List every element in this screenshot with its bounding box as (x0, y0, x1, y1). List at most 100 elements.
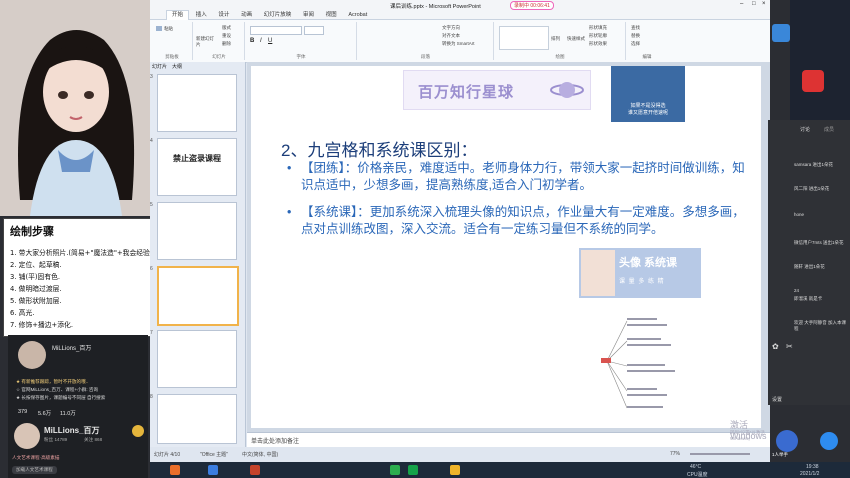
gift-icon[interactable] (132, 425, 144, 437)
recording-status[interactable]: 录制中 00:06:41 (510, 1, 554, 10)
tab-slides-panel[interactable]: 幻灯片 (152, 63, 167, 70)
shape-outline-button[interactable]: 形状轮廓 (589, 33, 607, 39)
slide-thumbnail[interactable] (157, 330, 237, 388)
arrange-button[interactable]: 排列 (551, 36, 560, 42)
slide-heading: 2、九宫格和系统课区别： (281, 141, 478, 160)
zoom-slider[interactable] (690, 453, 750, 455)
folder-icon[interactable] (450, 465, 460, 475)
tab-insert[interactable]: 插入 (191, 11, 212, 20)
reset-button[interactable]: 重设 (222, 33, 231, 39)
streamer-panel: MiLLions_百万 ★ 有新推荐跟踪，暂时不开放的哦.. ☆ 官网MiLLi… (8, 335, 148, 478)
slide-editor: 百万知行星球 如果不是没得选 谁又愿意开倍速呢 2、九宫格和系统课区别： • 【… (247, 62, 770, 432)
zoom-level[interactable]: 77% (670, 451, 680, 457)
wechat-work-icon[interactable] (408, 465, 418, 475)
tab-design[interactable]: 设计 (213, 11, 234, 20)
smartart-button[interactable]: 转换为 SmartArt (442, 41, 475, 47)
meme-image: 如果不是没得选 谁又愿意开倍速呢 (611, 66, 685, 122)
find-button[interactable]: 查找 (631, 25, 640, 31)
powerpoint-window: 课后训练.pptx - Microsoft PowerPoint 录制中 00:… (150, 0, 770, 462)
fans-count: 粉丝 14789 (44, 437, 68, 442)
tab-review[interactable]: 审阅 (298, 11, 319, 20)
font-size-select[interactable] (304, 26, 324, 35)
chat-message: 24 (794, 288, 800, 293)
group-clipboard: 粘贴 剪贴板 (152, 22, 193, 60)
slide-thumbnail[interactable] (157, 394, 237, 444)
ribbon: 粘贴 剪贴板 新建幻灯片 版式 重设 删除 幻灯片 B I U 字体 文字方向 … (150, 20, 770, 63)
course-link-button[interactable]: 加载人文艺术课程 (12, 466, 57, 474)
wechat-icon[interactable] (390, 465, 400, 475)
shape-effect-button[interactable]: 形状效果 (589, 41, 607, 47)
settings-link[interactable]: 设置 (772, 396, 782, 403)
bullet-icon: • (287, 161, 292, 175)
scissors-icon[interactable]: ✂ (786, 342, 793, 351)
drawing-steps-board: 绘制步骤 1. 带大家分析照片.(简易+"魔法造"+我会经验) 2. 定位、起草… (3, 218, 167, 337)
follow-count: 关注 868 (84, 437, 103, 442)
course-link[interactable]: 人文艺术课程·高级素描 (12, 455, 59, 461)
notes-pane[interactable]: 单击此处添加备注 (247, 432, 770, 448)
tab-animation[interactable]: 动画 (236, 11, 257, 20)
board-line: 6. 高光. (10, 309, 35, 317)
bold-icon[interactable]: B (250, 38, 254, 44)
delete-button[interactable]: 删除 (222, 41, 231, 47)
tab-slideshow[interactable]: 幻灯片放映 (259, 11, 297, 20)
slide-canvas[interactable]: 百万知行星球 如果不是没得选 谁又愿意开倍速呢 2、九宫格和系统课区别： • 【… (251, 66, 761, 428)
shapes-gallery[interactable] (499, 26, 549, 50)
thumbnail-title: 禁止盗录课程 (173, 154, 221, 163)
italic-icon[interactable]: I (260, 38, 262, 44)
tab-outline-panel[interactable]: 大纲 (172, 63, 182, 70)
slide-number: 4 (150, 138, 153, 144)
app-shortcut-icon[interactable] (772, 24, 790, 42)
tab-acrobat[interactable]: Acrobat (343, 11, 372, 20)
slide-indicator: 幻灯片 4/10 (154, 452, 181, 458)
clock-time[interactable]: 19:38 (806, 464, 819, 470)
maximize-icon[interactable]: □ (752, 1, 756, 7)
portrait-thumbnail (581, 250, 615, 296)
record-icon[interactable] (802, 70, 824, 92)
notice-line: ★ 有新推荐跟踪，暂时不开放的哦.. (16, 379, 89, 384)
bullet-group-training: • 【团练】：价格亲民，难度适中。老师身体力行，带领大家一起挤时间做训练，知识点… (287, 161, 745, 192)
tab-view[interactable]: 视图 (321, 11, 342, 20)
chat-bubble-icon[interactable] (820, 432, 838, 450)
new-slide-button[interactable]: 新建幻灯片 (196, 36, 216, 48)
board-line: 3. 铺(平)固有色. (10, 273, 61, 281)
notice-line: ☆ 官网MiLLions_百万、课程+小群: 咨询 (16, 387, 99, 392)
planet-icon (550, 82, 584, 98)
minimize-icon[interactable]: – (740, 1, 743, 7)
underline-icon[interactable]: U (268, 38, 272, 44)
ppt-app-icon[interactable] (250, 465, 260, 475)
avatar-small[interactable] (14, 423, 40, 449)
close-icon[interactable]: × (762, 1, 766, 7)
slide-thumbnail[interactable] (157, 74, 237, 132)
text-direction-button[interactable]: 文字方向 (442, 25, 460, 31)
webcam-view (0, 0, 152, 216)
ps-app-icon[interactable] (208, 465, 218, 475)
chat-message: 随轩 进出1朵花 (794, 264, 825, 269)
tab-discussion[interactable]: 讨论 (800, 126, 810, 133)
webcam-image (0, 0, 152, 216)
clock-date[interactable]: 2021/1/2 (800, 471, 819, 477)
paste-icon (156, 26, 162, 32)
chat-message: hone (794, 212, 805, 217)
align-text-button[interactable]: 对齐文本 (442, 33, 460, 39)
slide-thumbnail[interactable] (157, 202, 237, 260)
hand-raise-button[interactable] (776, 430, 798, 452)
layout-button[interactable]: 版式 (222, 25, 231, 31)
ai-app-icon[interactable] (170, 465, 180, 475)
group-paragraph: 文字方向 对齐文本 转换为 SmartArt 段落 (358, 22, 494, 60)
cpu-label: CPU温度 (687, 472, 708, 478)
slide-thumbnail[interactable]: 禁止盗录课程 (157, 138, 237, 196)
board-line: 5. 做形状附加层. (10, 297, 62, 305)
shape-fill-button[interactable]: 形状填充 (589, 25, 607, 31)
slide-thumbnail-selected[interactable] (157, 266, 239, 326)
tab-members[interactable]: 成员 (824, 126, 834, 133)
font-name-select[interactable] (250, 26, 302, 35)
avatar[interactable] (18, 341, 46, 369)
paste-button[interactable]: 粘贴 (156, 26, 173, 32)
flower-icon[interactable]: ✿ (772, 342, 779, 351)
tab-home[interactable]: 开始 (166, 10, 190, 20)
quick-styles-button[interactable]: 快速样式 (567, 36, 585, 42)
select-button[interactable]: 选择 (631, 41, 640, 47)
notes-placeholder: 单击此处添加备注 (251, 439, 300, 445)
replace-button[interactable]: 替换 (631, 33, 640, 39)
logo-text: 百万知行星球 (418, 84, 515, 101)
